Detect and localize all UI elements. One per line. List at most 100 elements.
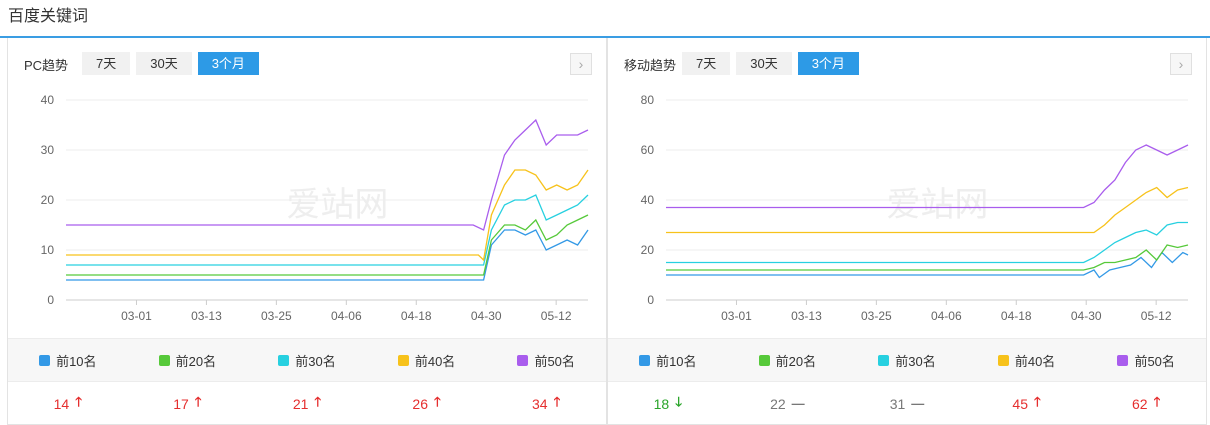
trend-up-icon: 🡑 [75, 393, 82, 409]
trend-flat-icon: — [911, 396, 925, 411]
trend-up-icon: 🡑 [1033, 393, 1041, 409]
legend-item-top20: 前20名 [728, 339, 848, 381]
legend-label: 前40名 [1014, 353, 1056, 369]
chevron-right-icon[interactable]: › [1170, 53, 1192, 75]
x-tick-label: 04-18 [401, 309, 432, 323]
tab-7-days[interactable]: 7天 [682, 52, 731, 75]
legend-swatch [158, 354, 170, 366]
pc-trend-chart: 爱站网 0 10 20 30 40 03-01 03-13 03-25 04-06 04-18 04-… [41, 93, 589, 323]
value-top20: 17 🡑 [128, 382, 248, 425]
series-line [666, 251, 1189, 279]
value-number: 17 [173, 395, 189, 412]
y-tick-label: 80 [641, 93, 655, 107]
value-number: 31 [889, 395, 906, 412]
x-tick-label: 05-12 [541, 309, 572, 323]
legend-label: 前50名 [1134, 353, 1175, 369]
value-top40: 45 🡑 [967, 382, 1087, 425]
series-line [666, 221, 1188, 264]
x-tick-label: 03-01 [721, 309, 752, 323]
x-tick-label: 03-25 [261, 309, 292, 323]
x-tick-label: 03-01 [121, 309, 152, 323]
range-tabs: 7天 30天 3个月 [82, 52, 265, 75]
legend-item-top40: 前40名 [967, 339, 1087, 381]
pc-trend-panel: PC趋势 7天 30天 3个月 › 爱站网 0 10 20 30 40 03-01 03-13… [7, 38, 607, 425]
value-top10: 14 🡑 [8, 382, 128, 425]
tab-3-months[interactable]: 3个月 [197, 52, 259, 75]
y-tick-label: 10 [41, 243, 55, 257]
panel-header: PC趋势 7天 30天 3个月 › [8, 52, 606, 76]
legend: 前10名 前20名 前30名 前40名 前50名 [608, 338, 1206, 382]
trend-up-icon: 🡑 [314, 393, 322, 409]
legend-item-top30: 前30名 [247, 339, 367, 381]
y-tick-label: 60 [641, 143, 655, 157]
watermark-text: 爱站网 [886, 185, 988, 225]
legend-label: 前50名 [534, 353, 575, 369]
trend-down-icon: 🡓 [675, 393, 682, 409]
x-tick-label: 04-18 [1001, 309, 1032, 323]
trend-up-icon: 🡑 [433, 393, 441, 409]
panel-label: 移动趋势 [624, 58, 677, 73]
value-top30: 21 🡑 [247, 382, 367, 425]
mobile-trend-chart: 爱站网 0 20 40 60 80 03-01 03-13 03-25 04-06 04-18 04-… [641, 93, 1189, 323]
current-values: 14 🡑 17 🡑 21 🡑 26 🡑 34 🡑 [8, 382, 606, 425]
y-tick-label: 30 [41, 143, 55, 157]
panel-label: PC趋势 [24, 58, 69, 73]
chevron-right-icon[interactable]: › [570, 53, 592, 75]
legend-swatch [397, 354, 409, 366]
x-tick-label: 03-13 [791, 309, 822, 323]
value-number: 45 [1012, 395, 1028, 412]
value-top20: 22 — [728, 382, 848, 425]
y-tick-label: 20 [41, 193, 55, 207]
value-top30: 31 — [847, 382, 967, 425]
y-tick-label: 20 [641, 243, 655, 257]
x-tick-label: 05-12 [1141, 309, 1172, 323]
tab-30-days[interactable]: 30天 [736, 52, 792, 75]
current-values: 18 🡓 22 — 31 — 45 🡑 62 🡑 [608, 382, 1206, 425]
panel-header: 移动趋势 7天 30天 3个月 › [608, 52, 1206, 76]
page-title: 百度关键词 [8, 8, 89, 25]
legend-swatch [1117, 354, 1129, 366]
value-number: 34 [532, 395, 548, 412]
series-line [666, 244, 1189, 271]
legend-swatch [517, 354, 529, 366]
value-number: 18 [653, 395, 670, 412]
legend-label: 前40名 [414, 353, 456, 369]
value-number: 26 [412, 395, 428, 412]
value-number: 21 [292, 395, 309, 412]
legend-item-top40: 前40名 [367, 339, 487, 381]
value-number: 14 [53, 395, 70, 412]
value-top50: 62 🡑 [1086, 382, 1206, 425]
legend-swatch [639, 354, 651, 366]
range-tabs: 7天 30天 3个月 [682, 52, 865, 75]
y-tick-label: 40 [641, 193, 655, 207]
x-tick-label: 04-30 [1071, 309, 1102, 323]
legend-swatch [997, 354, 1009, 366]
value-number: 22 [770, 395, 786, 412]
legend: 前10名 前20名 前30名 前40名 前50名 [8, 338, 606, 382]
x-tick-label: 03-13 [191, 309, 222, 323]
tab-30-days[interactable]: 30天 [136, 52, 192, 75]
value-top40: 26 🡑 [367, 382, 487, 425]
tab-3-months[interactable]: 3个月 [797, 52, 859, 75]
tab-7-days[interactable]: 7天 [82, 52, 131, 75]
value-top10: 18 🡓 [608, 382, 728, 425]
x-tick-label: 04-06 [931, 309, 962, 323]
x-tick-label: 04-30 [471, 309, 502, 323]
legend-label: 前10名 [656, 353, 697, 369]
watermark-text: 爱站网 [286, 185, 388, 225]
legend-label: 前30名 [895, 353, 936, 369]
value-number: 62 [1132, 395, 1148, 412]
legend-item-top10: 前10名 [8, 339, 128, 381]
x-tick-label: 03-25 [861, 309, 892, 323]
legend-label: 前10名 [56, 353, 97, 369]
legend-item-top20: 前20名 [128, 339, 248, 381]
legend-swatch [39, 354, 51, 366]
legend-item-top50: 前50名 [1086, 339, 1206, 381]
x-tick-label: 04-06 [331, 309, 362, 323]
y-tick-label: 40 [41, 93, 55, 107]
legend-swatch [878, 354, 890, 366]
legend-item-top10: 前10名 [608, 339, 728, 381]
value-top50: 34 🡑 [486, 382, 606, 425]
trend-up-icon: 🡑 [194, 393, 202, 409]
y-tick-label: 0 [647, 293, 654, 307]
